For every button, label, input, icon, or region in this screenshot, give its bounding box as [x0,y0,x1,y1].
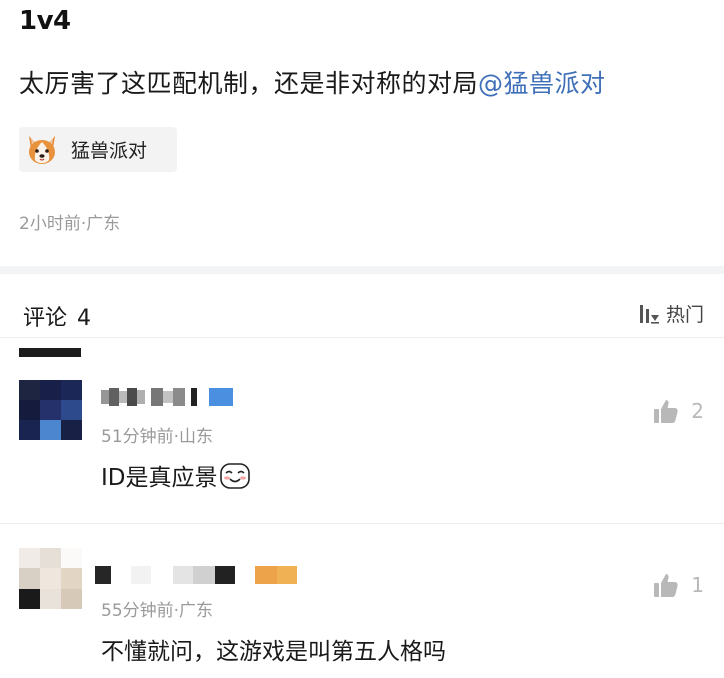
topic-chip[interactable]: 猛兽派对 [19,127,177,172]
redacted-block [19,348,81,357]
post-body: 太厉害了这匹配机制，还是非对称的对局@猛兽派对 [19,64,606,100]
thumbs-up-icon [654,400,678,423]
divider [0,523,724,524]
sort-hot-button[interactable]: 热门 [638,300,704,327]
post-meta: 2小时前·广东 [19,214,121,234]
post-body-text: 太厉害了这匹配机制，还是非对称的对局 [19,69,479,98]
corgi-dog-icon [25,133,59,167]
comment-1-text: ID是真应景 [101,458,250,492]
blushing-smile-emoji [219,463,250,489]
comment-2-username[interactable] [95,565,297,585]
comment-2-text: 不懂就问，这游戏是叫第五人格吗 [101,639,446,665]
thumbs-up-icon [654,574,678,597]
comment-1-like-button[interactable]: 2 [653,398,704,424]
post-title: 1v4 [19,6,71,36]
comments-count: 4 [77,306,92,331]
comment-2-time: 55分钟前·广东 [101,601,214,621]
comment-2-like-button[interactable]: 1 [653,572,704,598]
section-divider [0,266,724,274]
comment-1-username[interactable] [101,386,233,408]
comments-header: 评论 4 [23,300,91,332]
mention-link[interactable]: @猛兽派对 [478,69,606,98]
comment-2-like-count: 1 [691,573,704,597]
comment-1-time: 51分钟前·山东 [101,427,214,447]
topic-chip-label: 猛兽派对 [71,140,148,162]
sort-label: 热门 [665,304,704,326]
comment-1-text-body: ID是真应景 [101,465,218,491]
comment-1-avatar[interactable] [19,380,82,440]
sort-bars-icon [639,304,659,324]
comment-2-avatar[interactable] [19,548,82,609]
comment-1-like-count: 2 [691,399,704,423]
divider [0,337,724,338]
comments-label: 评论 [23,306,68,331]
